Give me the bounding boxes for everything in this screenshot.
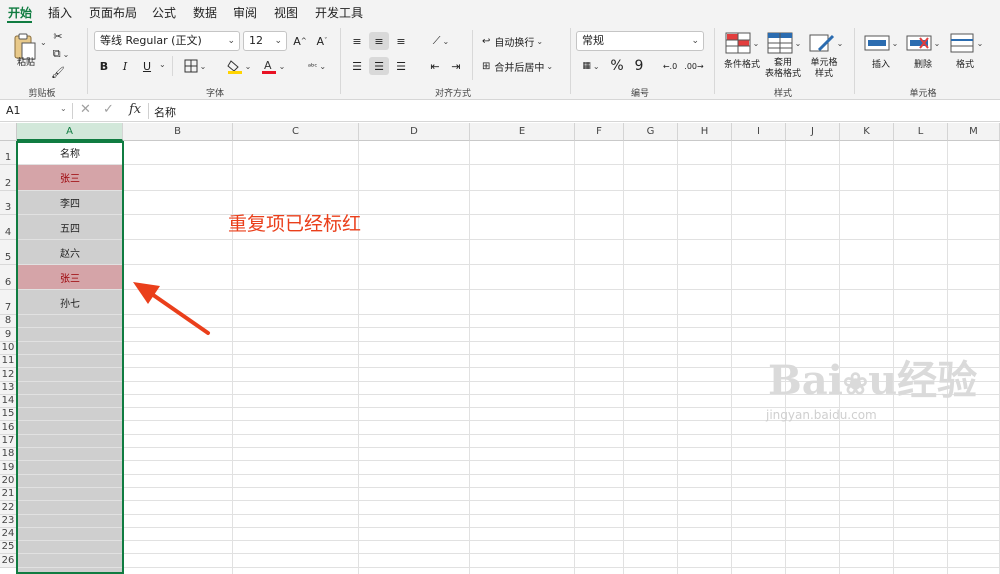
- baidu-watermark-url: jingyan.baidu.com: [766, 408, 877, 422]
- excel-window: 开始 插入 页面布局 公式 数据 审阅 视图 开发工具 ⌄ 粘贴 ✂ ⧉ ⌄ 🖌 …: [0, 0, 1000, 574]
- baidu-watermark-logo: Bai❀u经验: [768, 357, 978, 404]
- annotation-arrow: [133, 282, 210, 335]
